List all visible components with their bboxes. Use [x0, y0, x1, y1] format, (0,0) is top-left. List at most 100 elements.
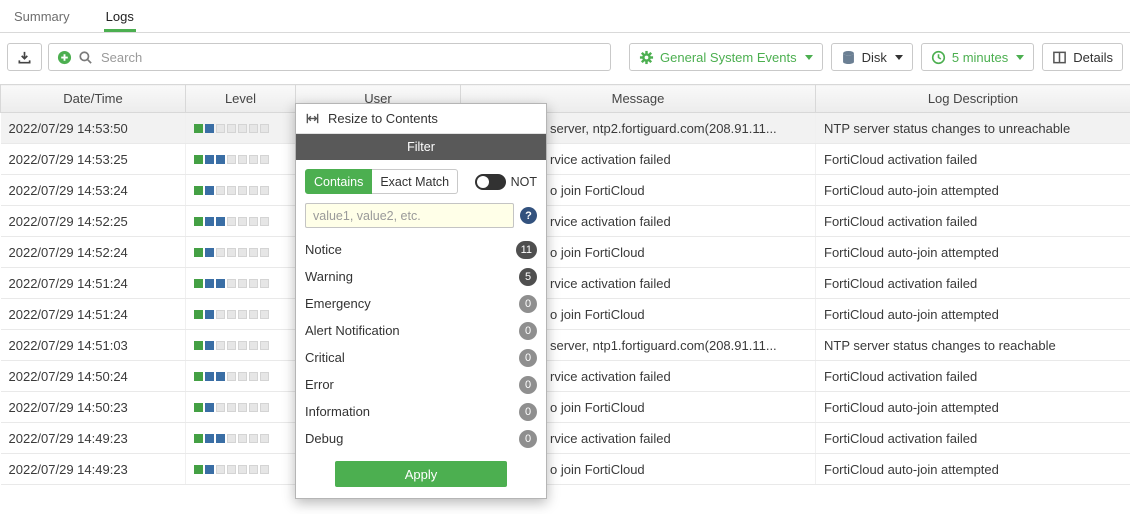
level-segment-empty [260, 372, 269, 381]
level-cell [186, 206, 296, 237]
table-row[interactable]: 2022/07/29 14:49:23o join FortiCloudFort… [1, 454, 1130, 485]
details-panel-icon [1052, 50, 1067, 65]
level-cell [186, 144, 296, 175]
table-row[interactable]: 2022/07/29 14:53:50server, ntp2.fortigua… [1, 113, 1130, 144]
exact-match-button[interactable]: Exact Match [372, 169, 458, 194]
table-row[interactable]: 2022/07/29 14:51:24rvice activation fail… [1, 268, 1130, 299]
table-row[interactable]: 2022/07/29 14:49:23rvice activation fail… [1, 423, 1130, 454]
level-cell [186, 268, 296, 299]
table-row[interactable]: 2022/07/29 14:52:25rvice activation fail… [1, 206, 1130, 237]
resize-to-contents-icon [305, 111, 320, 126]
filter-option-label: Notice [305, 242, 342, 257]
level-segment-empty [249, 310, 258, 319]
level-segment-filled [194, 248, 203, 257]
datetime-cell: 2022/07/29 14:50:23 [1, 392, 186, 423]
level-segment-filled [194, 279, 203, 288]
count-badge: 0 [519, 295, 537, 313]
level-indicator-warning [194, 372, 287, 381]
filter-option-critical[interactable]: Critical0 [305, 344, 537, 371]
description-cell: FortiCloud activation failed [816, 144, 1130, 175]
level-segment-filled [205, 341, 214, 350]
table-row[interactable]: 2022/07/29 14:53:24o join FortiCloudFort… [1, 175, 1130, 206]
filter-value-input[interactable] [305, 203, 514, 228]
level-segment-filled [205, 186, 214, 195]
filter-body: Contains Exact Match NOT ? Notice 11 Warni… [296, 160, 546, 498]
column-header-datetime[interactable]: Date/Time [1, 85, 186, 113]
level-segment-empty [227, 186, 236, 195]
description-cell: FortiCloud auto-join attempted [816, 392, 1130, 423]
filter-option-warning[interactable]: Warning5 [305, 263, 537, 290]
datetime-cell: 2022/07/29 14:53:50 [1, 113, 186, 144]
log-viewer-screen: Summary Logs Genera [0, 0, 1130, 514]
level-segment-filled [216, 434, 225, 443]
level-segment-filled [216, 279, 225, 288]
description-cell: FortiCloud auto-join attempted [816, 454, 1130, 485]
search-input[interactable] [99, 49, 602, 66]
level-segment-empty [249, 372, 258, 381]
table-row[interactable]: 2022/07/29 14:53:25rvice activation fail… [1, 144, 1130, 175]
level-segment-empty [249, 217, 258, 226]
filter-option-alert-notification[interactable]: Alert Notification0 [305, 317, 537, 344]
details-label: Details [1073, 50, 1113, 65]
resize-to-contents-item[interactable]: Resize to Contents [296, 104, 546, 134]
details-button[interactable]: Details [1042, 43, 1123, 71]
filter-option-debug[interactable]: Debug0 [305, 425, 537, 452]
filter-option-emergency[interactable]: Emergency0 [305, 290, 537, 317]
caret-down-icon [895, 55, 903, 60]
datetime-cell: 2022/07/29 14:52:24 [1, 237, 186, 268]
table-row[interactable]: 2022/07/29 14:50:23o join FortiCloudFort… [1, 392, 1130, 423]
level-indicator-notice [194, 186, 287, 195]
level-segment-filled [205, 124, 214, 133]
log-source-dropdown[interactable]: Disk [831, 43, 913, 71]
column-header-log-description[interactable]: Log Description [816, 85, 1130, 113]
level-indicator-warning [194, 279, 287, 288]
level-indicator-notice [194, 465, 287, 474]
description-cell: FortiCloud activation failed [816, 361, 1130, 392]
level-segment-filled [205, 279, 214, 288]
download-icon [17, 50, 32, 65]
level-cell [186, 299, 296, 330]
time-range-dropdown[interactable]: 5 minutes [921, 43, 1034, 71]
level-segment-empty [238, 403, 247, 412]
level-segment-empty [238, 248, 247, 257]
level-cell [186, 361, 296, 392]
add-filter-icon[interactable] [57, 50, 72, 65]
event-type-dropdown[interactable]: General System Events [629, 43, 823, 71]
tab-summary[interactable]: Summary [12, 2, 72, 32]
filter-option-notice[interactable]: Notice 11 [305, 236, 537, 263]
filter-option-error[interactable]: Error0 [305, 371, 537, 398]
tab-logs[interactable]: Logs [104, 2, 136, 32]
table-row[interactable]: 2022/07/29 14:51:24o join FortiCloudFort… [1, 299, 1130, 330]
search-box[interactable] [48, 43, 611, 71]
not-toggle[interactable] [475, 174, 506, 190]
level-segment-filled [205, 403, 214, 412]
level-segment-filled [194, 217, 203, 226]
download-button[interactable] [7, 43, 42, 71]
level-segment-filled [194, 403, 203, 412]
not-label: NOT [511, 175, 537, 189]
table-row[interactable]: 2022/07/29 14:50:24rvice activation fail… [1, 361, 1130, 392]
table-row[interactable]: 2022/07/29 14:51:03server, ntp1.fortigua… [1, 330, 1130, 361]
help-icon[interactable]: ? [520, 207, 537, 224]
level-segment-empty [260, 310, 269, 319]
count-badge: 11 [516, 241, 537, 259]
level-cell [186, 237, 296, 268]
caret-down-icon [1016, 55, 1024, 60]
level-segment-filled [216, 155, 225, 164]
filter-option-information[interactable]: Information0 [305, 398, 537, 425]
level-indicator-notice [194, 248, 287, 257]
level-segment-empty [238, 372, 247, 381]
apply-button[interactable]: Apply [335, 461, 507, 487]
datetime-cell: 2022/07/29 14:51:24 [1, 299, 186, 330]
datetime-cell: 2022/07/29 14:53:25 [1, 144, 186, 175]
level-segment-empty [249, 248, 258, 257]
level-segment-empty [227, 434, 236, 443]
level-segment-empty [227, 155, 236, 164]
table-row[interactable]: 2022/07/29 14:52:24o join FortiCloudFort… [1, 237, 1130, 268]
column-header-level[interactable]: Level [186, 85, 296, 113]
description-cell: FortiCloud auto-join attempted [816, 237, 1130, 268]
contains-button[interactable]: Contains [305, 169, 372, 194]
event-type-label: General System Events [660, 50, 797, 65]
table-header-row: Date/Time Level User Message Log Descrip… [1, 85, 1130, 113]
clock-icon [931, 50, 946, 65]
